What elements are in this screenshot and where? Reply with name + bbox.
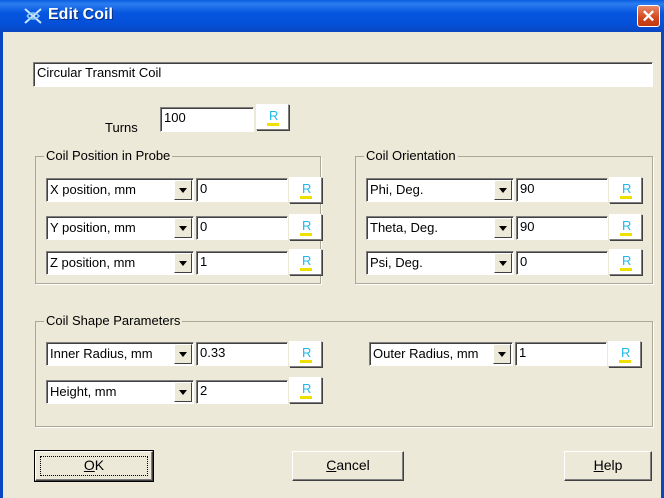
- chevron-down-icon: [174, 253, 192, 273]
- help-button[interactable]: Help: [564, 451, 652, 481]
- window: Edit Coil ✕ Circular Transmit Coil Turns…: [0, 0, 664, 498]
- coil-shape-group: [35, 321, 653, 427]
- phi-r-button[interactable]: R: [609, 177, 642, 203]
- height-r-button[interactable]: R: [289, 377, 322, 403]
- inner-radius-select[interactable]: Inner Radius, mm: [46, 342, 194, 366]
- x-position-select[interactable]: X position, mm: [46, 178, 194, 202]
- outer-radius-select[interactable]: Outer Radius, mm: [369, 342, 513, 366]
- window-border-left: [0, 32, 3, 498]
- chevron-down-icon: [174, 218, 192, 238]
- title-bar[interactable]: Edit Coil ✕: [0, 0, 664, 32]
- z-position-r-button[interactable]: R: [289, 249, 322, 275]
- inner-radius-r-button[interactable]: R: [289, 341, 322, 367]
- phi-select[interactable]: Phi, Deg.: [366, 178, 514, 202]
- theta-select[interactable]: Theta, Deg.: [366, 216, 514, 240]
- inner-radius-input[interactable]: 0.33: [196, 342, 288, 366]
- coil-app-icon: [24, 8, 42, 24]
- turns-r-button[interactable]: R: [256, 104, 289, 130]
- turns-value: 100: [164, 110, 186, 125]
- psi-input[interactable]: 0: [516, 251, 608, 275]
- turns-input[interactable]: 100: [160, 107, 254, 132]
- chevron-down-icon: [493, 344, 511, 364]
- psi-r-button[interactable]: R: [609, 249, 642, 275]
- coil-name-value: Circular Transmit Coil: [37, 65, 162, 80]
- edit-coil-dialog: Edit Coil ✕ Circular Transmit Coil Turns…: [0, 0, 664, 498]
- coil-name-input[interactable]: Circular Transmit Coil: [33, 62, 653, 87]
- chevron-down-icon: [494, 253, 512, 273]
- height-select[interactable]: Height, mm: [46, 380, 194, 404]
- phi-input[interactable]: 90: [516, 178, 608, 202]
- z-position-input[interactable]: 1: [196, 251, 288, 275]
- coil-position-group-label: Coil Position in Probe: [44, 148, 173, 163]
- height-input[interactable]: 2: [196, 380, 288, 404]
- close-button[interactable]: ✕: [637, 5, 660, 27]
- chevron-down-icon: [174, 180, 192, 200]
- coil-shape-group-label: Coil Shape Parameters: [44, 313, 183, 328]
- close-icon: ✕: [641, 7, 656, 26]
- z-position-select[interactable]: Z position, mm: [46, 251, 194, 275]
- cancel-button[interactable]: Cancel: [292, 451, 404, 481]
- x-position-input[interactable]: 0: [196, 178, 288, 202]
- y-position-r-button[interactable]: R: [289, 214, 322, 240]
- theta-r-button[interactable]: R: [609, 214, 642, 240]
- dialog-title: Edit Coil: [48, 6, 113, 23]
- ok-button[interactable]: OK: [34, 450, 154, 482]
- chevron-down-icon: [174, 344, 192, 364]
- chevron-down-icon: [494, 180, 512, 200]
- y-position-select[interactable]: Y position, mm: [46, 216, 194, 240]
- outer-radius-r-button[interactable]: R: [608, 341, 641, 367]
- chevron-down-icon: [174, 382, 192, 402]
- outer-radius-input[interactable]: 1: [515, 342, 607, 366]
- psi-select[interactable]: Psi, Deg.: [366, 251, 514, 275]
- turns-label: Turns: [105, 120, 138, 135]
- x-position-r-button[interactable]: R: [289, 177, 322, 203]
- coil-orientation-group-label: Coil Orientation: [364, 148, 458, 163]
- chevron-down-icon: [494, 218, 512, 238]
- y-position-input[interactable]: 0: [196, 216, 288, 240]
- theta-input[interactable]: 90: [516, 216, 608, 240]
